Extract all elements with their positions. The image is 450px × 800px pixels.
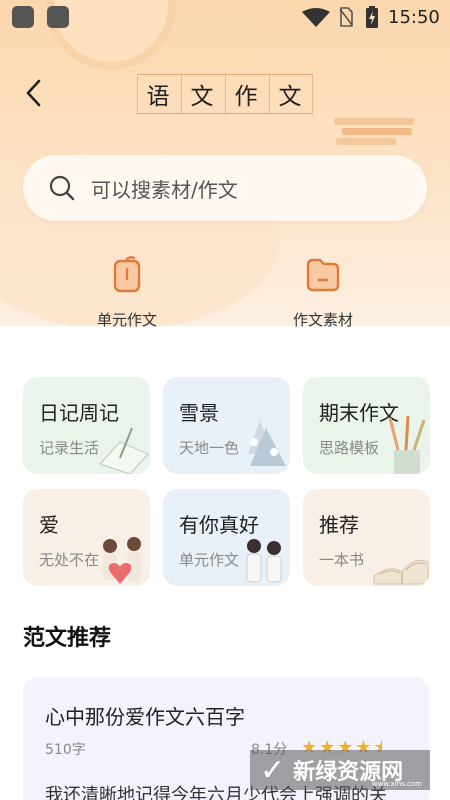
- apple-book-icon: [113, 256, 141, 293]
- category-card-recommend[interactable]: 推荐 一本书: [303, 489, 430, 586]
- title-char: 文: [278, 84, 304, 110]
- category-card-final-exam[interactable]: 期末作文 思路模板: [303, 377, 430, 474]
- entry-essay-material[interactable]: 作文素材: [263, 255, 383, 330]
- entry-label: 作文素材: [292, 311, 353, 329]
- entry-label: 单元作文: [96, 311, 157, 329]
- watermark-url: www.xlhs.com: [371, 780, 422, 788]
- title-char: 文: [190, 84, 216, 110]
- back-chevron-left-icon[interactable]: [22, 78, 46, 108]
- essay-word-count: 510字: [45, 742, 86, 758]
- watermark: ✓ 新绿资源网 www.xlhs.com: [250, 750, 430, 790]
- category-card-good-to-have-you[interactable]: 有你真好 单元作文: [163, 489, 290, 586]
- essay-title: 心中那份爱作文六百字: [45, 705, 245, 729]
- students-illustration: [246, 539, 282, 583]
- status-bar: 15:50: [0, 0, 450, 36]
- app-icon: [12, 6, 34, 28]
- page-title: 语 文 作 文: [137, 74, 313, 115]
- folder-icon: [306, 258, 340, 292]
- watermark-logo-icon: ✓: [260, 752, 286, 788]
- notebook-pen-illustration: [99, 427, 149, 474]
- open-book-illustration: [373, 559, 429, 585]
- category-card-snow[interactable]: 雪景 天地一色: [163, 377, 290, 474]
- snowy-pine-illustration: [248, 420, 286, 466]
- card-subtitle: 一本书: [319, 551, 365, 569]
- section-title: 范文推荐: [23, 626, 112, 651]
- wifi-icon: [302, 8, 330, 27]
- search-placeholder: 可以搜素材/作文: [91, 177, 238, 202]
- title-char: 语: [146, 84, 172, 110]
- card-title: 爱: [39, 513, 59, 537]
- children-heart-illustration: [103, 537, 141, 584]
- card-title: 推荐: [319, 513, 359, 537]
- category-card-diary[interactable]: 日记周记 记录生活: [23, 377, 150, 474]
- pencil-cup-illustration: [388, 415, 426, 474]
- entry-unit-essay[interactable]: 单元作文: [67, 255, 187, 330]
- category-card-love[interactable]: 爱 无处不在: [23, 489, 150, 586]
- search-icon: [49, 175, 75, 201]
- status-time: 15:50: [388, 7, 440, 28]
- no-sim-icon: [339, 7, 353, 27]
- battery-charging-icon: [366, 6, 378, 28]
- title-char: 作: [234, 84, 260, 110]
- books-decoration: [334, 118, 414, 148]
- app-icon: [47, 6, 69, 28]
- search-input[interactable]: 可以搜素材/作文: [23, 155, 427, 221]
- card-title: 雪景: [179, 401, 219, 425]
